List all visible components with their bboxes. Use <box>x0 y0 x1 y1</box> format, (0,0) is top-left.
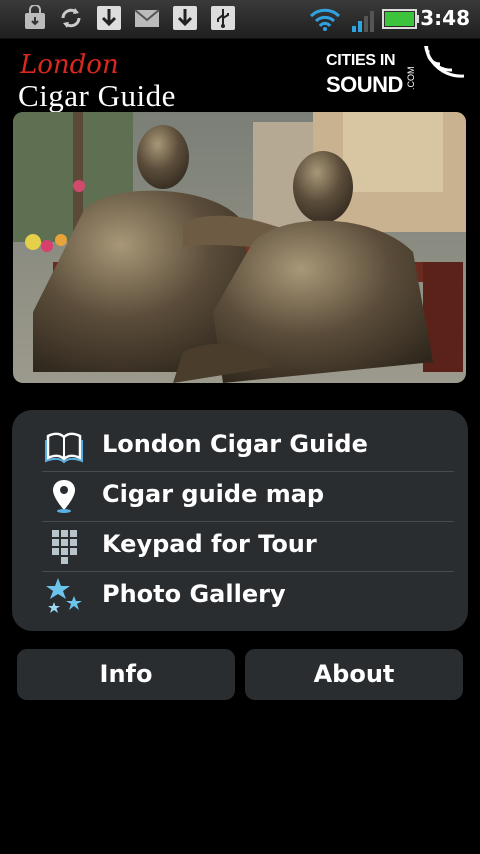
logo-line1: London <box>20 50 119 80</box>
partner-logo: CITIES IN SOUND .COM <box>326 46 470 100</box>
signal-icon <box>352 11 374 32</box>
main-menu: London Cigar Guide Cigar guide map Keypa… <box>12 410 468 631</box>
map-pin-icon <box>53 480 75 513</box>
keypad-icon <box>52 530 77 564</box>
battery-icon <box>382 9 419 29</box>
info-button[interactable]: Info <box>17 649 235 700</box>
mail-icon <box>134 9 160 27</box>
menu-item-keypad-for-tour[interactable]: Keypad for Tour <box>42 518 454 568</box>
logo-line2: Cigar Guide <box>18 78 176 113</box>
menu-item-cigar-guide-map[interactable]: Cigar guide map <box>42 468 454 518</box>
sync-icon <box>61 8 81 28</box>
partner-line2: SOUND <box>326 72 403 97</box>
clock: 3:48 <box>420 6 470 30</box>
download-icon <box>173 6 197 30</box>
stars-icon <box>46 578 82 613</box>
download-icon <box>97 6 121 30</box>
partner-line1: CITIES IN <box>326 52 396 69</box>
menu-item-label: Keypad for Tour <box>102 530 317 558</box>
hero-image <box>13 112 466 383</box>
menu-item-label: London Cigar Guide <box>102 430 368 458</box>
wifi-icon <box>309 8 341 31</box>
menu-item-label: Cigar guide map <box>102 480 325 508</box>
about-button[interactable]: About <box>245 649 463 700</box>
book-icon <box>45 432 83 464</box>
app-header: London Cigar Guide CITIES IN SOUND .COM <box>0 38 480 113</box>
shopping-bag-icon <box>25 5 45 29</box>
usb-icon <box>211 6 235 30</box>
menu-item-photo-gallery[interactable]: Photo Gallery <box>42 568 454 618</box>
sound-waves-icon <box>424 46 465 78</box>
status-bar: 3:48 <box>0 0 480 39</box>
statue-photo <box>13 112 466 383</box>
menu-item-london-cigar-guide[interactable]: London Cigar Guide <box>42 418 454 468</box>
partner-suffix: .COM <box>406 66 416 91</box>
menu-item-label: Photo Gallery <box>102 580 286 608</box>
